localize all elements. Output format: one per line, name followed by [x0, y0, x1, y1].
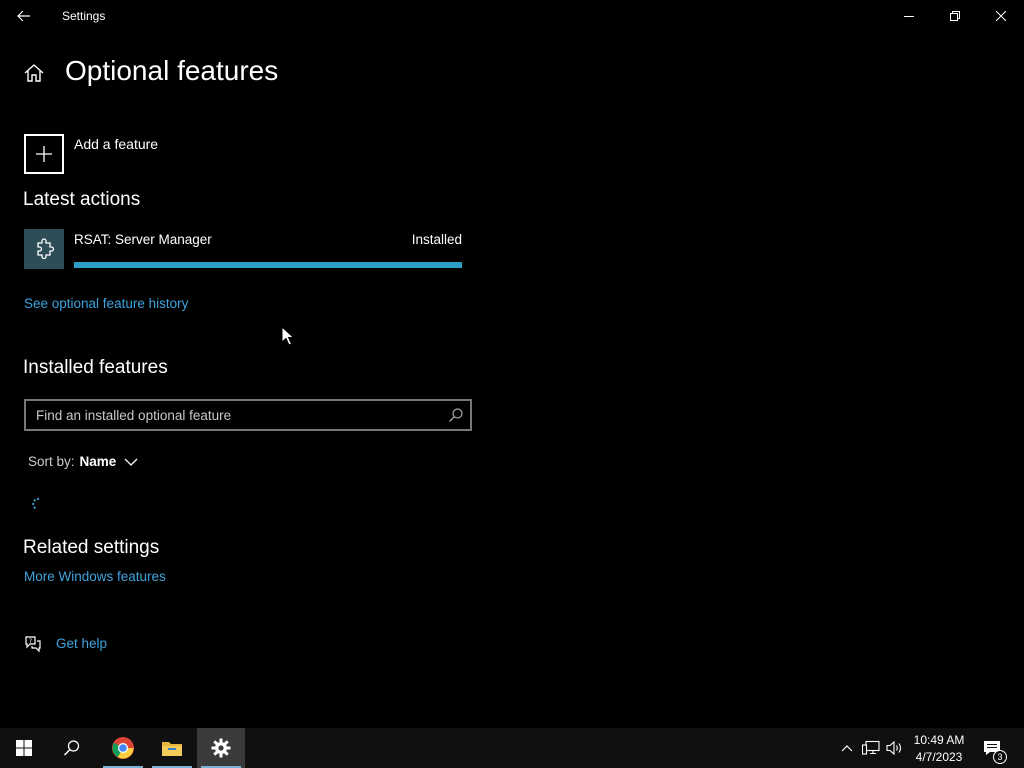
clock-time: 10:49 AM	[913, 733, 965, 747]
action-feature-name: RSAT: Server Manager	[74, 232, 212, 247]
taskbar-search-button[interactable]	[48, 728, 96, 768]
get-help-link[interactable]: Get help	[56, 636, 107, 651]
feature-history-link[interactable]: See optional feature history	[24, 296, 188, 311]
search-box[interactable]	[24, 399, 472, 431]
minimize-icon	[904, 16, 914, 17]
page-title: Optional features	[65, 55, 279, 86]
more-windows-features-link[interactable]: More Windows features	[24, 569, 166, 584]
back-button[interactable]	[6, 0, 42, 32]
clock-date: 4/7/2023	[915, 750, 963, 764]
show-hidden-icons-button[interactable]	[838, 728, 856, 768]
taskbar-clock[interactable]: 10:49 AM 4/7/2023	[906, 732, 972, 766]
add-feature-label: Add a feature	[74, 136, 159, 152]
svg-text:?: ?	[29, 638, 32, 645]
network-tray-button[interactable]	[860, 728, 882, 768]
taskbar: 10:49 AM 4/7/2023 3	[0, 728, 1024, 768]
minimize-button[interactable]	[886, 0, 932, 32]
speaker-icon	[886, 740, 902, 756]
chevron-up-icon	[841, 745, 853, 752]
taskbar-file-explorer-button[interactable]	[148, 728, 196, 768]
chrome-icon	[112, 737, 134, 759]
start-button[interactable]	[0, 728, 48, 768]
close-button[interactable]	[978, 0, 1024, 32]
taskbar-chrome-button[interactable]	[99, 728, 147, 768]
plus-icon	[24, 134, 64, 174]
sort-dropdown[interactable]: Sort by: Name	[28, 454, 138, 469]
latest-actions-heading: Latest actions	[23, 189, 141, 210]
latest-action-item[interactable]: RSAT: Server Manager Installed	[24, 229, 464, 269]
sort-value: Name	[79, 454, 117, 469]
taskbar-settings-button[interactable]	[197, 728, 245, 768]
puzzle-piece-icon	[24, 229, 64, 269]
install-progress-fill	[74, 262, 462, 268]
windows-logo-icon	[16, 740, 32, 756]
restore-button[interactable]	[932, 0, 978, 32]
action-status: Installed	[411, 232, 462, 247]
sort-label: Sort by:	[28, 454, 75, 469]
add-feature-button[interactable]: Add a feature	[24, 134, 158, 174]
close-icon	[996, 11, 1006, 21]
search-icon[interactable]	[448, 407, 464, 423]
restore-icon	[950, 11, 960, 21]
volume-tray-button[interactable]	[884, 728, 906, 768]
chevron-down-icon	[124, 458, 138, 466]
home-icon[interactable]	[23, 62, 45, 84]
mouse-cursor-icon	[281, 326, 295, 346]
search-input[interactable]	[26, 401, 436, 429]
notification-count-badge: 3	[993, 750, 1007, 764]
installed-features-heading: Installed features	[23, 357, 168, 378]
network-icon	[862, 740, 880, 755]
folder-icon	[162, 742, 182, 756]
search-icon	[63, 740, 80, 756]
back-arrow-icon	[17, 10, 30, 22]
window-title: Settings	[62, 9, 106, 23]
loading-spinner-icon	[32, 497, 40, 509]
gear-icon	[211, 738, 231, 758]
install-progress-bar	[74, 262, 462, 268]
title-bar: Settings	[0, 0, 1024, 32]
related-settings-heading: Related settings	[23, 537, 160, 558]
help-chat-icon[interactable]: ?	[23, 634, 43, 654]
